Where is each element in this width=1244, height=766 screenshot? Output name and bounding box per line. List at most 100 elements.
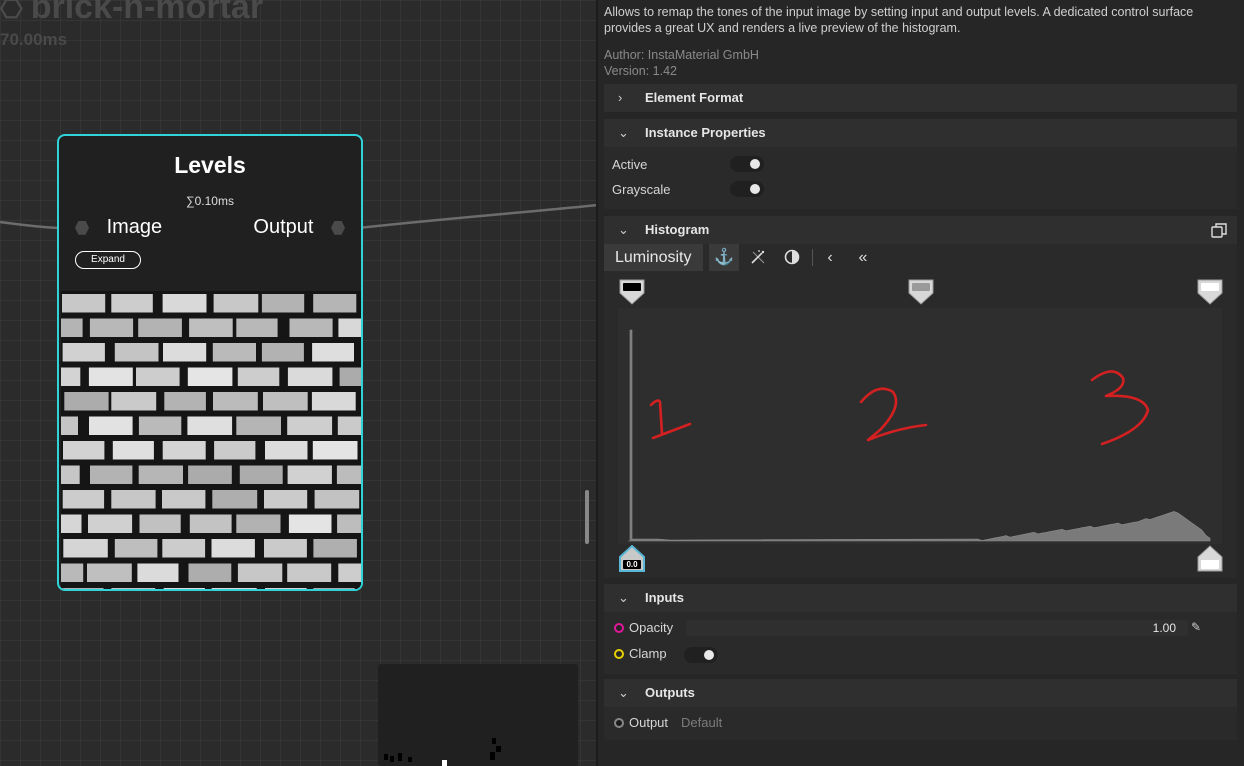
node-preview-image xyxy=(59,291,361,589)
section-element-format-label: Element Format xyxy=(645,90,744,105)
contrast-icon[interactable] xyxy=(777,244,807,271)
section-element-format[interactable]: › Element Format xyxy=(604,84,1237,112)
brick xyxy=(188,563,232,582)
brick xyxy=(189,318,233,337)
section-histogram-label: Histogram xyxy=(645,222,710,237)
brick xyxy=(263,392,308,411)
brick xyxy=(312,441,358,460)
node-graph-canvas[interactable]: ⎔ brick-n-mortar 70.00ms Levels ∑0.10ms I… xyxy=(0,0,598,766)
section-instance-properties-label: Instance Properties xyxy=(645,125,766,140)
secondary-preview-panel xyxy=(378,664,578,766)
node-version: Version: 1.42 xyxy=(604,64,677,78)
brick xyxy=(137,563,179,582)
brick xyxy=(88,367,133,386)
active-toggle-knob xyxy=(750,159,760,169)
brick xyxy=(289,318,333,337)
brick xyxy=(211,539,255,558)
brick xyxy=(63,539,108,558)
section-instance-properties[interactable]: ⌄ Instance Properties xyxy=(604,119,1237,147)
node-time: ∑0.10ms xyxy=(186,194,234,208)
levels-node[interactable]: Levels ∑0.10ms Image Output Expand xyxy=(57,134,363,591)
brick xyxy=(62,490,105,509)
input-port-label: Image xyxy=(106,216,163,238)
brick xyxy=(138,416,182,435)
input-port-handle[interactable] xyxy=(75,220,89,235)
brick xyxy=(236,318,278,337)
brick xyxy=(189,514,232,533)
brick xyxy=(212,343,256,362)
canvas-scrollbar[interactable] xyxy=(585,490,589,544)
brick xyxy=(339,367,361,386)
brick xyxy=(89,318,134,337)
popout-icon[interactable] xyxy=(1211,222,1227,238)
brick xyxy=(63,441,105,460)
input-black-point-marker[interactable] xyxy=(619,279,645,305)
brick xyxy=(88,514,133,533)
brick xyxy=(163,343,207,362)
properties-panel: Allows to remap the tones of the input i… xyxy=(598,0,1244,766)
brick xyxy=(239,465,283,484)
brick xyxy=(213,392,258,411)
brick xyxy=(338,563,361,582)
section-outputs[interactable]: ⌄ Outputs xyxy=(604,679,1237,707)
brick xyxy=(111,490,156,509)
clamp-label: Clamp xyxy=(629,646,667,661)
brick xyxy=(261,343,304,362)
brick xyxy=(188,465,232,484)
brick xyxy=(312,343,354,362)
histogram-plot[interactable] xyxy=(618,308,1222,544)
brick xyxy=(337,416,361,435)
clamp-toggle[interactable] xyxy=(684,647,718,663)
brick xyxy=(59,465,80,484)
chevron-down-icon: ⌄ xyxy=(618,222,629,237)
expand-button[interactable]: Expand xyxy=(75,251,141,269)
brick xyxy=(287,563,332,582)
opacity-slider[interactable]: 1.00 xyxy=(686,620,1188,636)
section-outputs-label: Outputs xyxy=(645,685,695,700)
brick xyxy=(287,465,332,484)
input-midtone-marker[interactable] xyxy=(908,279,934,305)
channel-select[interactable]: Luminosity xyxy=(604,244,703,271)
brick xyxy=(311,392,356,411)
secondary-preview-pixels xyxy=(384,738,501,766)
brick xyxy=(236,416,281,435)
chevron-left-icon[interactable]: ‹ xyxy=(815,244,845,271)
brick xyxy=(61,588,104,589)
instance-properties-body: Active Grayscale xyxy=(604,147,1237,209)
output-high-marker[interactable] xyxy=(1196,545,1224,573)
output-socket-icon xyxy=(614,718,624,728)
chevron-right-icon: › xyxy=(618,90,623,105)
brick xyxy=(111,294,153,313)
edit-pencil-icon[interactable]: ✎ xyxy=(1191,620,1201,634)
chevron-down-icon: ⌄ xyxy=(618,125,629,140)
anchor-icon[interactable]: ⚓ xyxy=(709,244,739,271)
input-port-row: Image xyxy=(75,216,162,239)
brick xyxy=(62,294,106,313)
output-port-handle[interactable] xyxy=(331,220,345,235)
brick xyxy=(187,416,233,435)
section-inputs[interactable]: ⌄ Inputs xyxy=(604,584,1237,612)
brick xyxy=(265,441,308,460)
section-inputs-label: Inputs xyxy=(645,590,684,605)
brick xyxy=(264,539,307,558)
input-white-point-marker[interactable] xyxy=(1197,279,1223,305)
brick xyxy=(237,367,280,386)
brick xyxy=(288,514,332,533)
brick xyxy=(287,367,333,386)
output-port-label: Output xyxy=(253,216,314,238)
magic-wand-icon[interactable] xyxy=(743,244,773,271)
clamp-socket-icon xyxy=(614,649,624,659)
brick xyxy=(313,539,357,558)
double-chevron-left-icon[interactable]: « xyxy=(848,244,878,271)
brick xyxy=(213,294,259,313)
brick xyxy=(59,318,83,337)
chevron-down-icon: ⌄ xyxy=(618,590,629,605)
brick xyxy=(164,392,206,411)
active-toggle[interactable] xyxy=(730,156,764,172)
brick xyxy=(59,563,84,582)
brick xyxy=(162,441,206,460)
annotation-overlay xyxy=(649,370,1150,446)
grayscale-toggle[interactable] xyxy=(730,181,764,197)
section-histogram[interactable]: ⌄ Histogram xyxy=(604,216,1237,244)
brick xyxy=(214,441,256,460)
